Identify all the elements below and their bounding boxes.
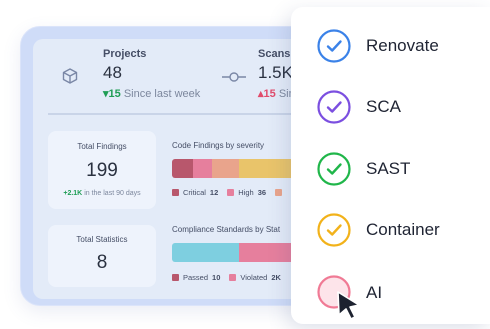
option-sast-toggle[interactable] xyxy=(317,152,351,186)
legend-value-high: 36 xyxy=(257,188,267,197)
findings-delta-text: in the last 90 days xyxy=(84,190,141,197)
check-circle-icon xyxy=(317,152,351,186)
check-circle-icon xyxy=(317,90,351,124)
severity-chart-title: Code Findings by severity xyxy=(172,141,265,150)
option-sast-label[interactable]: SAST xyxy=(366,159,410,179)
projects-delta-text: Since last week xyxy=(123,88,201,100)
compliance-legend: Passed 10 Violated 2K xyxy=(172,273,290,282)
legend-swatch-violated xyxy=(229,274,237,281)
legend-value-critical: 12 xyxy=(209,188,219,197)
option-sca-label[interactable]: SCA xyxy=(366,97,401,117)
projects-delta-value: 15 xyxy=(108,88,121,100)
scans-value: 1.5K xyxy=(258,63,293,82)
projects-title: Projects xyxy=(103,48,147,60)
legend-swatch-critical xyxy=(172,189,179,196)
total-statistics-value: 8 xyxy=(96,252,108,273)
scans-title: Scans xyxy=(258,48,291,60)
projects-delta: ▾15 Since last week xyxy=(103,87,200,100)
scans-delta-value: 15 xyxy=(263,88,276,100)
legend-value-violated: 2K xyxy=(271,273,281,282)
total-statistics-title: Total Statistics xyxy=(76,235,128,244)
legend-swatch-high xyxy=(227,189,235,196)
option-container-toggle[interactable] xyxy=(317,213,351,247)
legend-swatch-passed xyxy=(172,274,179,281)
projects-value: 48 xyxy=(103,63,122,82)
total-findings-value: 199 xyxy=(86,160,118,181)
legend-label-violated: Violated xyxy=(240,273,268,282)
legend-label-critical: Critical xyxy=(183,188,206,197)
findings-delta-value: +2.1K xyxy=(63,190,83,197)
option-sca-toggle[interactable] xyxy=(317,90,351,124)
scans-delta: ▴15 Sin xyxy=(258,87,295,100)
total-findings-title: Total Findings xyxy=(77,142,127,151)
legend-label-passed: Passed xyxy=(183,273,209,282)
mouse-pointer-icon xyxy=(335,290,363,325)
total-findings-delta: +2.1K in the last 90 days xyxy=(48,190,156,197)
severity-bar-medium xyxy=(212,159,239,178)
total-statistics-card[interactable]: Total Statistics 8 xyxy=(48,225,156,287)
check-circle-icon xyxy=(317,29,351,63)
option-renovate-toggle[interactable] xyxy=(317,29,351,63)
cube-icon xyxy=(61,67,79,90)
legend-value-passed: 10 xyxy=(212,273,221,282)
compliance-chart-title: Compliance Standards by Stat xyxy=(172,225,281,234)
option-container-label[interactable]: Container xyxy=(366,220,440,240)
severity-legend: Critical 12 High 36 xyxy=(172,188,286,197)
severity-bar-high xyxy=(193,159,212,178)
option-ai-label[interactable]: AI xyxy=(366,283,382,303)
commit-icon xyxy=(221,70,247,89)
legend-swatch-medium xyxy=(275,189,283,196)
compliance-bar-passed xyxy=(172,243,239,262)
legend-label-high: High xyxy=(238,188,254,197)
option-renovate-label[interactable]: Renovate xyxy=(366,36,439,56)
total-findings-card[interactable]: Total Findings 199 +2.1K in the last 90 … xyxy=(48,131,156,209)
check-circle-icon xyxy=(317,213,351,247)
severity-bar-critical xyxy=(172,159,193,178)
